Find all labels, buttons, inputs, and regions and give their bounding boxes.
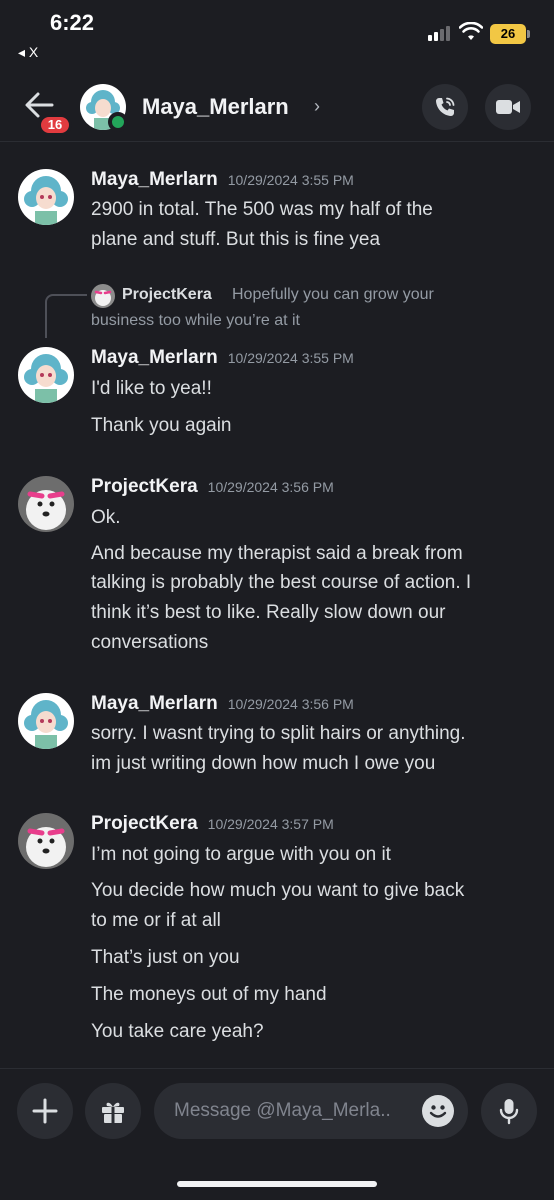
unread-badge: 16: [38, 114, 72, 136]
message-text: That’s just on you: [91, 947, 240, 968]
message-text: to me or if at all: [91, 910, 221, 931]
message-text: think it’s best to like. Really slow dow…: [91, 602, 446, 623]
message-author[interactable]: ProjectKera 10/29/2024 3:56 PM: [91, 476, 334, 498]
message-text: sorry. I wasnt trying to split hairs or …: [91, 723, 466, 744]
message-text: You take care yeah?: [91, 1021, 264, 1042]
avatar[interactable]: [18, 476, 74, 532]
message-timestamp: 10/29/2024 3:56 PM: [207, 479, 334, 495]
gift-icon: [102, 1102, 124, 1123]
message-text: You decide how much you want to give bac…: [91, 880, 465, 901]
plus-icon: [32, 1098, 58, 1124]
avatar[interactable]: [18, 813, 74, 869]
reply-connector: [45, 294, 87, 338]
channel-name[interactable]: Maya_Merlarn: [142, 94, 289, 120]
message-author[interactable]: Maya_Merlarn 10/29/2024 3:55 PM: [91, 169, 354, 191]
message-text: conversations: [91, 632, 209, 653]
message-timestamp: 10/29/2024 3:57 PM: [207, 816, 334, 832]
avatar[interactable]: [18, 169, 74, 225]
message-timestamp: 10/29/2024 3:56 PM: [227, 696, 354, 712]
reply-avatar: [91, 284, 115, 308]
message-text: I’m not going to argue with you on it: [91, 844, 391, 865]
reply-preview-text[interactable]: Hopefully you can grow your: [232, 286, 434, 304]
message-text: Ok.: [91, 507, 121, 528]
message-text: plane and stuff. But this is fine yea: [91, 229, 381, 250]
signal-icon: [428, 26, 450, 41]
message-text: Thank you again: [91, 415, 232, 436]
message-text: 2900 in total. The 500 was my half of th…: [91, 199, 433, 220]
reply-author[interactable]: ProjectKera: [122, 286, 212, 304]
message-text: I'd like to yea!!: [91, 378, 212, 399]
video-call-button[interactable]: [485, 84, 531, 130]
message-input-placeholder: Message @Maya_Merla..: [174, 1100, 391, 1121]
home-indicator[interactable]: [177, 1181, 377, 1187]
message-text: im just writing down how much I owe you: [91, 753, 436, 774]
video-icon: [496, 100, 520, 114]
chat-header: 16 Maya_Merlarn ›: [0, 74, 554, 142]
chevron-right-icon[interactable]: ›: [314, 96, 320, 117]
voice-message-button[interactable]: [481, 1083, 537, 1139]
online-status-dot: [108, 112, 128, 132]
message-author[interactable]: Maya_Merlarn 10/29/2024 3:55 PM: [91, 347, 354, 369]
status-bar: 6:22 ◂ X 26: [0, 0, 554, 70]
avatar[interactable]: [18, 347, 74, 403]
emoji-icon[interactable]: [422, 1095, 454, 1127]
back-to-app-link[interactable]: ◂ X: [18, 44, 38, 61]
wifi-icon: [459, 22, 483, 40]
avatar[interactable]: [18, 693, 74, 749]
message-text: talking is probably the best course of a…: [91, 572, 472, 593]
message-text: And because my therapist said a break fr…: [91, 543, 463, 564]
message-text: The moneys out of my hand: [91, 984, 327, 1005]
message-input[interactable]: Message @Maya_Merla..: [154, 1083, 468, 1139]
message-timestamp: 10/29/2024 3:55 PM: [227, 172, 354, 188]
battery-indicator: 26: [490, 24, 530, 44]
reply-preview-text[interactable]: business too while you’re at it: [91, 312, 300, 330]
message-author[interactable]: ProjectKera 10/29/2024 3:57 PM: [91, 813, 334, 835]
add-attachment-button[interactable]: [17, 1083, 73, 1139]
message-timestamp: 10/29/2024 3:55 PM: [227, 350, 354, 366]
call-button[interactable]: [422, 84, 468, 130]
message-author[interactable]: Maya_Merlarn 10/29/2024 3:56 PM: [91, 693, 354, 715]
gift-button[interactable]: [85, 1083, 141, 1139]
status-time: 6:22: [50, 10, 95, 35]
call-icon: [436, 97, 455, 116]
mic-icon: [499, 1099, 519, 1125]
